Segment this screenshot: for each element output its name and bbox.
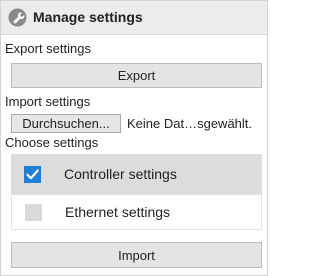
- controller-settings-checkbox[interactable]: [24, 166, 41, 183]
- import-settings-label: Import settings: [5, 94, 91, 109]
- panel-title: Manage settings: [33, 9, 143, 25]
- export-settings-label: Export settings: [5, 41, 91, 56]
- file-input: Durchsuchen... Keine Dat…sgewählt.: [11, 114, 266, 133]
- ethernet-settings-label: Ethernet settings: [65, 204, 171, 220]
- controller-settings-label: Controller settings: [64, 166, 177, 182]
- option-controller-settings[interactable]: Controller settings: [11, 154, 262, 194]
- browse-button-label: Durchsuchen...: [22, 116, 110, 131]
- ethernet-settings-checkbox[interactable]: [25, 204, 42, 221]
- file-status-text: Keine Dat…sgewählt.: [127, 116, 253, 131]
- wrench-icon: [8, 8, 27, 27]
- panel-header: Manage settings: [1, 1, 267, 35]
- checkmark-icon: [26, 169, 39, 180]
- choose-settings-label: Choose settings: [5, 135, 99, 150]
- export-button[interactable]: Export: [11, 63, 262, 88]
- export-button-label: Export: [117, 68, 156, 83]
- option-ethernet-settings[interactable]: Ethernet settings: [11, 194, 262, 230]
- import-button-label: Import: [118, 247, 155, 263]
- import-button[interactable]: Import: [11, 242, 262, 268]
- browse-button[interactable]: Durchsuchen...: [11, 114, 121, 133]
- manage-settings-panel: Manage settings Export settings Export I…: [0, 0, 268, 276]
